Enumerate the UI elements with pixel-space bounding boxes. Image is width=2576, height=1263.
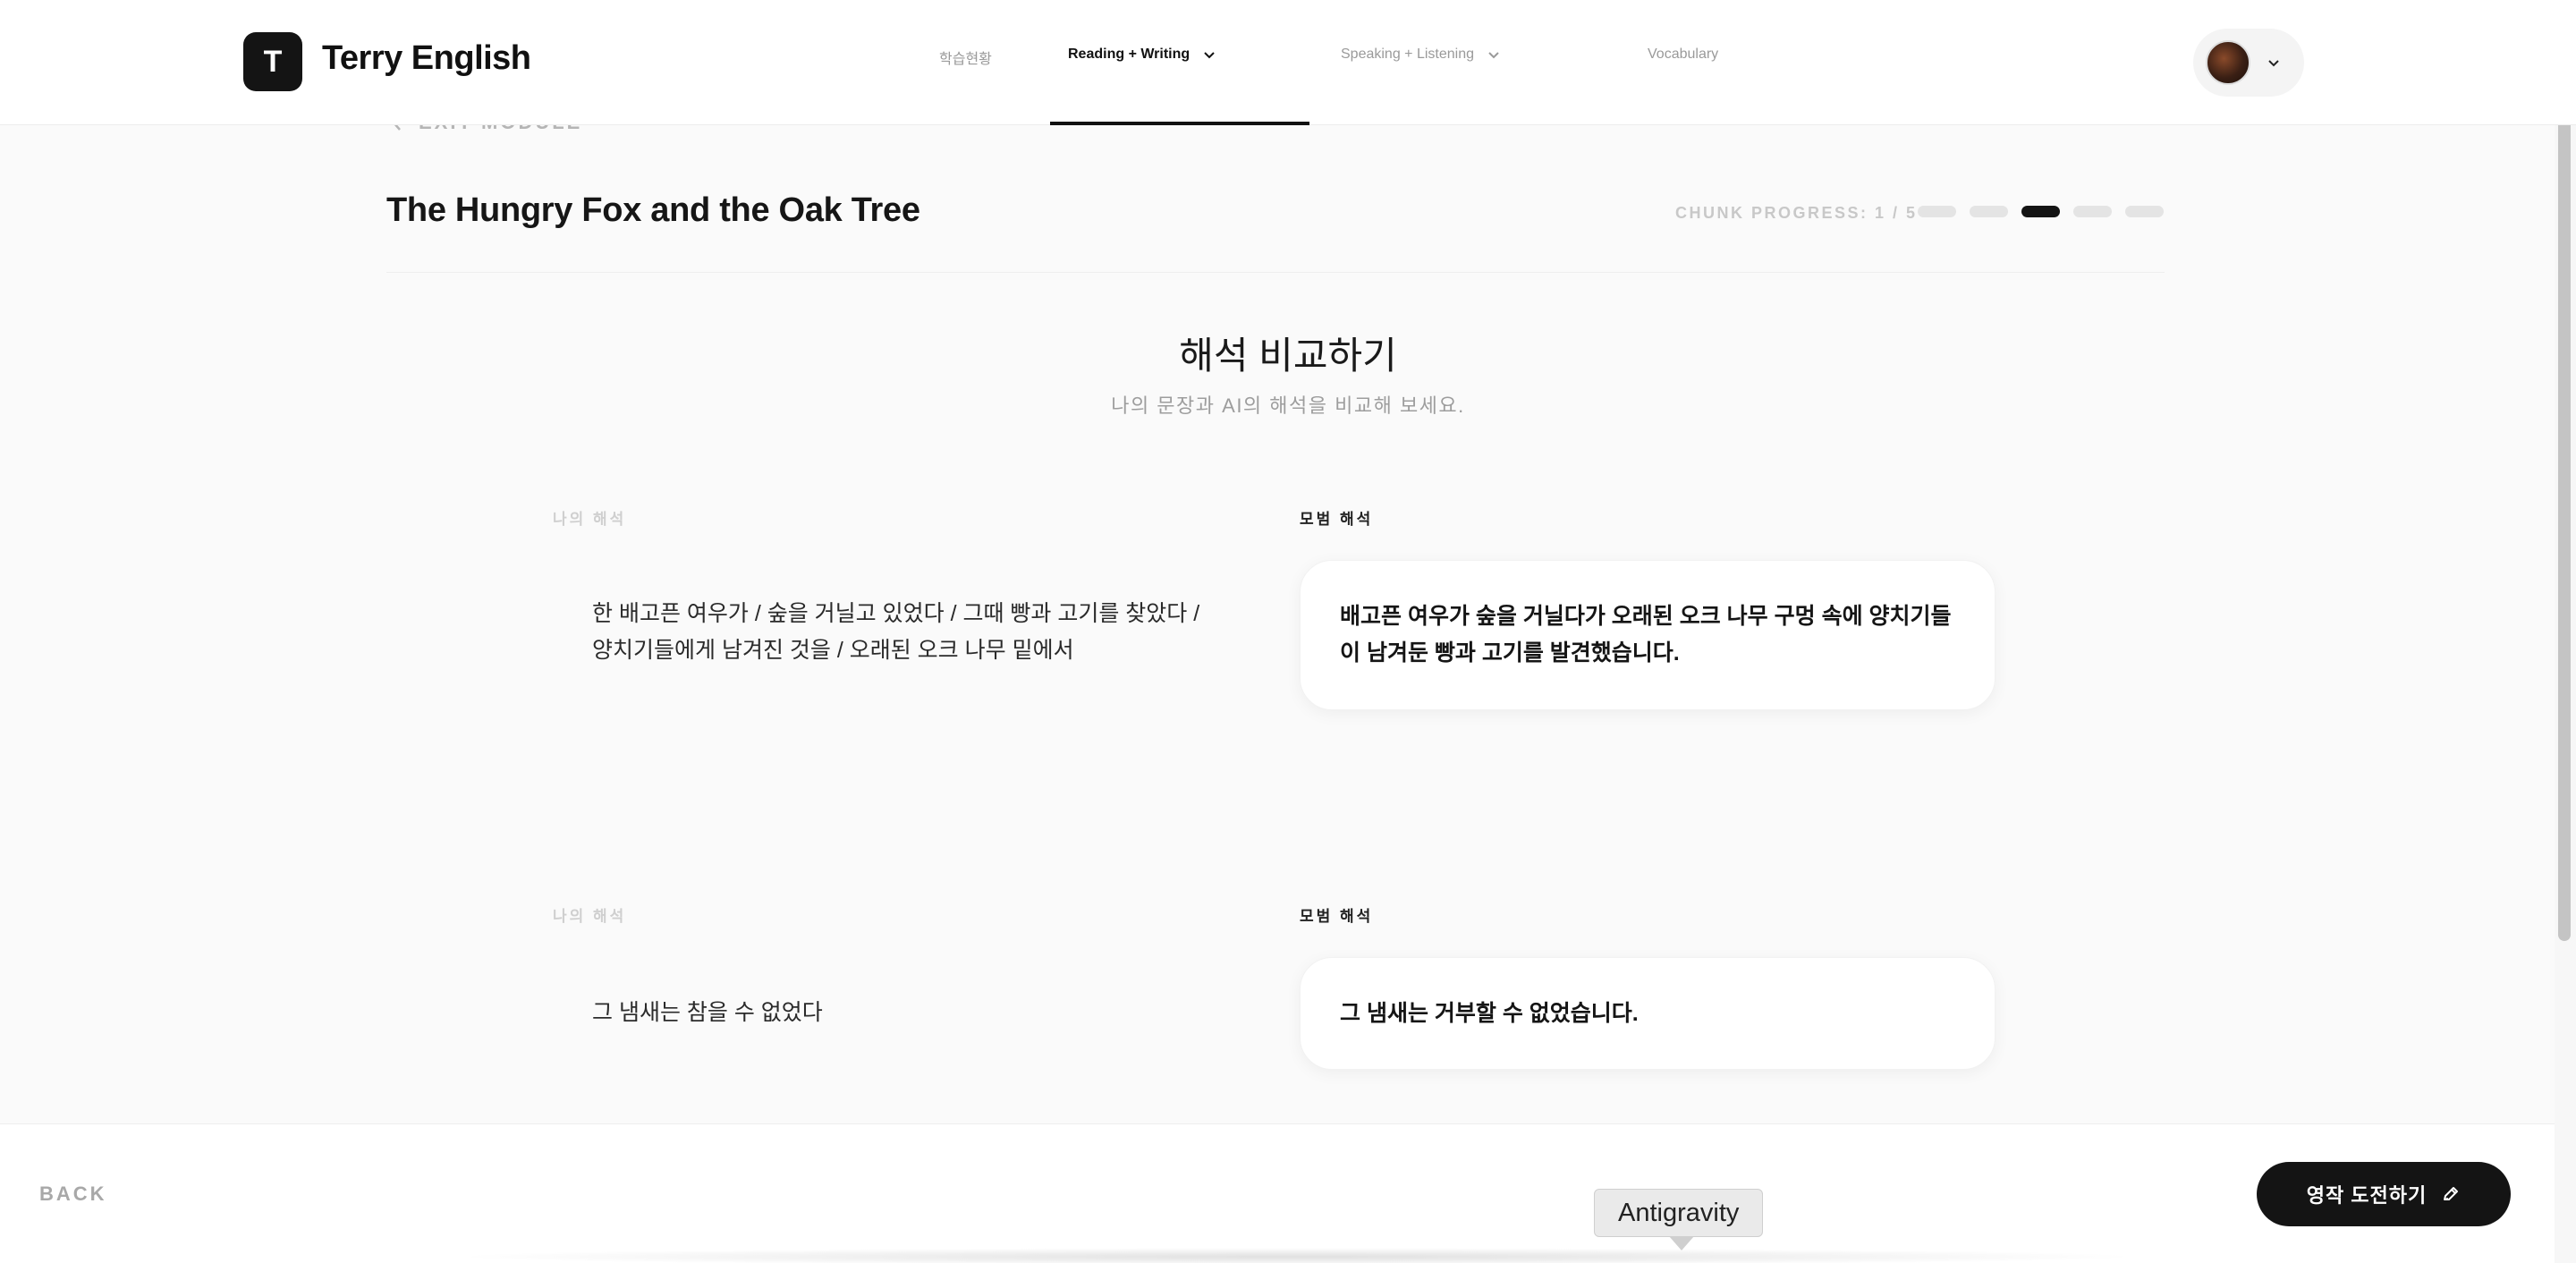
page-title: The Hungry Fox and the Oak Tree [386, 191, 920, 229]
tooltip-arrow [1669, 1236, 1694, 1250]
nav-item-progress[interactable]: 학습현황 [939, 47, 992, 68]
nav-item-speaking-listening[interactable]: Speaking + Listening [1341, 47, 1501, 63]
model-translation-label: 모범 해석 [1300, 511, 1374, 528]
nav-item-label: Vocabulary [1648, 47, 1719, 62]
my-translation-text: 그 냄새는 참을 수 없었다 [592, 1000, 823, 1025]
my-translation-label: 나의 해석 [553, 511, 627, 528]
my-translation-text: 한 배고픈 여우가 / 숲을 거닐고 있었다 / 그때 빵과 고기를 찾았다 /… [592, 601, 1200, 663]
chevron-down-icon [2268, 60, 2279, 67]
writing-challenge-button[interactable]: 영작 도전하기 [2257, 1162, 2511, 1226]
scrollbar-thumb[interactable] [2558, 29, 2571, 941]
active-tab-indicator [1050, 122, 1309, 125]
avatar [2206, 40, 2250, 85]
footer-bar [0, 1123, 2576, 1263]
model-translation-card: 그 냄새는 거부할 수 없었습니다. [1300, 957, 1996, 1070]
bottom-panel-shadow [447, 1248, 2147, 1263]
chevron-down-icon [1488, 52, 1499, 59]
user-menu-button[interactable] [2193, 29, 2304, 97]
chunk-progress-segment [1970, 206, 2008, 217]
model-translation-label: 모범 해석 [1300, 908, 1374, 925]
logo-icon[interactable]: T [243, 32, 302, 91]
section-title: 해석 비교하기 [1179, 335, 1397, 377]
nav-item-label: 학습현황 [939, 52, 992, 67]
back-button[interactable]: BACK [39, 1182, 107, 1206]
chunk-progress-segment [1918, 206, 1956, 217]
tooltip: Antigravity [1594, 1189, 1764, 1237]
writing-challenge-label: 영작 도전하기 [2306, 1184, 2428, 1207]
pen-icon [2444, 1187, 2459, 1200]
chunk-progress-segment [2125, 206, 2164, 217]
chunk-progress-segment [2073, 206, 2112, 217]
chunk-progress-label: CHUNK PROGRESS: 1 / 5 [1675, 204, 1918, 222]
brand-name[interactable]: Terry English [322, 39, 531, 78]
nav-item-label: Speaking + Listening [1341, 47, 1474, 62]
model-translation-card: 배고픈 여우가 숲을 거닐다가 오래된 오크 나무 구멍 속에 양치기들이 남겨… [1300, 560, 1996, 710]
top-nav-bar: T Terry English 학습현황 Reading + Writing S… [0, 0, 2576, 125]
chunk-progress-bar [1918, 206, 2164, 217]
section-subtitle: 나의 문장과 AI의 해석을 비교해 보세요. [1111, 394, 1465, 417]
divider [386, 272, 2165, 273]
chunk-progress-segment [2021, 206, 2060, 217]
chevron-down-icon [1204, 52, 1215, 59]
nav-item-reading-writing[interactable]: Reading + Writing [1068, 47, 1216, 63]
my-translation-label: 나의 해석 [553, 908, 627, 925]
nav-item-vocabulary[interactable]: Vocabulary [1648, 47, 1718, 63]
model-translation-text: 배고픈 여우가 숲을 거닐다가 오래된 오크 나무 구멍 속에 양치기들이 남겨… [1340, 604, 1952, 665]
nav-item-label: Reading + Writing [1068, 47, 1191, 62]
model-translation-text: 그 냄새는 거부할 수 없었습니다. [1340, 1000, 1639, 1026]
